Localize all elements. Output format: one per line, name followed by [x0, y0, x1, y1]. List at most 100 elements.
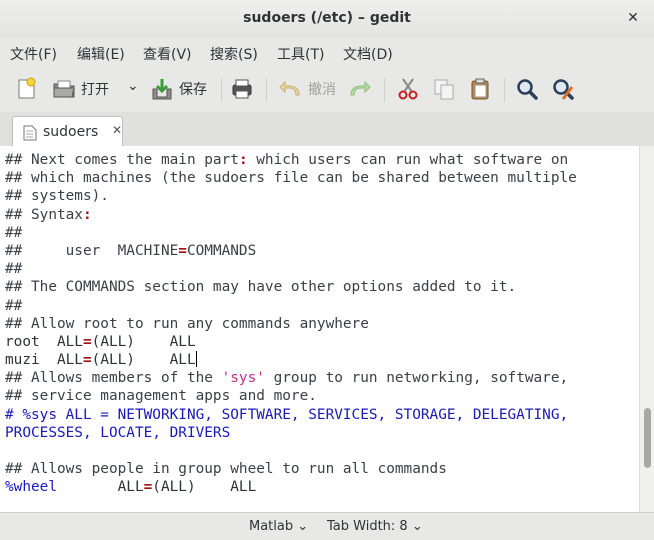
code-token: ## [5, 297, 23, 314]
toolbar-separator [504, 78, 505, 102]
code-line: # %sys ALL = NETWORKING, SOFTWARE, SERVI… [5, 406, 577, 424]
code-token: muzi ALL [5, 352, 83, 369]
print-icon [232, 79, 252, 99]
code-line: ## which machines (the sudoers file can … [5, 169, 577, 187]
save-label: 保存 [179, 82, 207, 98]
cut-button[interactable] [396, 74, 420, 104]
menu-bar: 文件(F) 编辑(E) 查看(V) 搜索(S) 工具(T) 文档(D) [0, 38, 654, 68]
menu-documents[interactable]: 文档(D) [343, 44, 393, 64]
code-line: ## [5, 260, 577, 278]
copy-icon [434, 79, 454, 100]
tab-width-selector[interactable]: Tab Width: 8 ⌄ [327, 519, 423, 534]
code-line: ## Allows members of the 'sys' group to … [5, 369, 577, 387]
text-editor[interactable]: ## Next comes the main part: which users… [0, 146, 639, 512]
status-bar: Matlab ⌄ Tab Width: 8 ⌄ [0, 512, 654, 540]
tab-sudoers[interactable]: sudoers ✕ [12, 116, 123, 146]
code-line: %wheel ALL=(ALL) ALL [5, 478, 577, 496]
code-line: ## Syntax: [5, 206, 577, 224]
menu-tools[interactable]: 工具(T) [277, 44, 324, 64]
save-icon [152, 79, 172, 100]
code-line: muzi ALL=(ALL) ALL [5, 351, 577, 369]
vertical-scrollbar[interactable] [639, 146, 654, 512]
code-line: root ALL=(ALL) ALL [5, 333, 577, 351]
save-button[interactable]: 保存 [150, 74, 207, 104]
new-document-button[interactable] [14, 74, 38, 104]
code-line: ## service management apps and more. [5, 387, 577, 405]
toolbar-separator [384, 78, 385, 102]
code-token: root ALL [5, 333, 83, 350]
document-icon [23, 125, 37, 141]
code-token: = [82, 333, 92, 350]
code-line: ## Allows people in group wheel to run a… [5, 460, 577, 478]
print-button[interactable] [230, 74, 254, 104]
code-line: ## The COMMANDS section may have other o… [5, 278, 577, 296]
window-title: sudoers (/etc) – gedit [243, 10, 411, 26]
code-token: ## Allows people in group wheel to run a… [5, 461, 447, 478]
code-token: %wheel [5, 479, 57, 496]
code-token: : [238, 152, 248, 168]
code-token: ## Allow root to run any commands anywhe… [5, 315, 369, 332]
open-folder-icon [53, 80, 75, 98]
tab-label: sudoers [43, 124, 99, 140]
code-line: ## Next comes the main part: which users… [5, 151, 577, 169]
code-token: COMMANDS [186, 242, 257, 259]
code-token: (ALL) ALL [91, 352, 196, 369]
code-token: ## The COMMANDS section may have other o… [5, 279, 517, 296]
code-line: ## user MACHINE=COMMANDS [5, 242, 577, 260]
dropdown-arrow-icon[interactable]: ⌄ [127, 79, 139, 93]
search-icon [517, 79, 538, 100]
menu-view[interactable]: 查看(V) [143, 44, 192, 64]
toolbar-separator [266, 78, 267, 102]
menu-file[interactable]: 文件(F) [10, 44, 57, 64]
code-line: ## systems). [5, 187, 577, 205]
menu-edit[interactable]: 编辑(E) [77, 44, 125, 64]
code-token: ## Syntax [5, 206, 83, 223]
code-token: 'sys' [221, 370, 265, 387]
code-token: ## Allows members of the [5, 370, 222, 387]
cut-icon [398, 78, 418, 100]
tab-close-button[interactable]: ✕ [112, 123, 122, 137]
search-replace-button[interactable] [551, 74, 575, 104]
undo-icon [279, 80, 300, 96]
code-line: ## [5, 224, 577, 242]
code-token: ALL [56, 479, 144, 496]
code-token: ## [5, 224, 23, 241]
text-cursor [195, 351, 197, 368]
tab-bar: sudoers ✕ [0, 112, 654, 147]
code-token: (ALL) ALL [91, 333, 196, 350]
code-token: which users can run what software on [247, 152, 569, 168]
editor-content[interactable]: ## Next comes the main part: which users… [5, 151, 577, 497]
paste-button[interactable] [468, 74, 492, 104]
code-token: ## user MACHINE [5, 242, 179, 259]
code-token: : [82, 206, 92, 223]
open-button[interactable]: 打开 ⌄ [52, 74, 139, 104]
search-button[interactable] [515, 74, 539, 104]
scrollbar-thumb[interactable] [644, 408, 651, 468]
code-token: PROCESSES, LOCATE, DRIVERS [5, 424, 231, 441]
code-token: = [178, 242, 187, 259]
code-token: ## service management apps and more. [5, 388, 317, 405]
code-token: = [143, 479, 153, 496]
redo-button[interactable] [347, 74, 371, 104]
code-token: ## systems). [5, 188, 109, 205]
menu-search[interactable]: 搜索(S) [210, 44, 258, 64]
undo-label: 撤消 [308, 82, 336, 98]
copy-button[interactable] [432, 74, 456, 104]
code-token: group to run networking, software, [264, 370, 569, 387]
code-line: ## [5, 297, 577, 315]
new-document-icon [18, 77, 36, 99]
title-bar: sudoers (/etc) – gedit ✕ [0, 0, 654, 39]
window-close-button[interactable]: ✕ [624, 9, 642, 27]
code-token: (ALL) ALL [152, 479, 257, 496]
redo-icon [350, 80, 371, 96]
language-selector[interactable]: Matlab ⌄ [249, 519, 308, 534]
undo-button[interactable]: 撤消 [279, 74, 336, 104]
toolbar-separator [221, 78, 222, 102]
code-token: ## which machines (the sudoers file can … [5, 170, 577, 187]
toolbar: 打开 ⌄ 保存 撤消 [0, 68, 654, 112]
search-replace-icon [553, 79, 574, 100]
code-token: # %sys ALL = NETWORKING, SOFTWARE, SERVI… [5, 406, 569, 423]
open-label: 打开 [81, 82, 109, 98]
code-token: ## [5, 261, 23, 278]
